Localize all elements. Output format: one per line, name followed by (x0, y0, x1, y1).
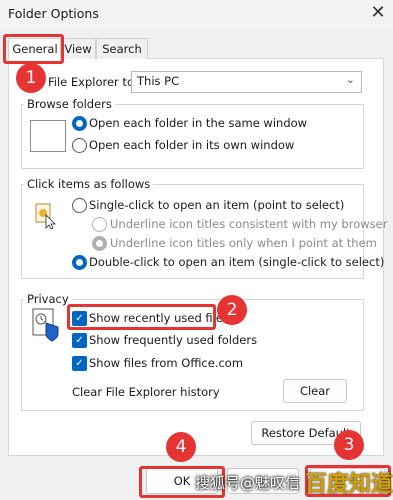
annotation-badge-3: 3 (334, 430, 364, 460)
single-click-label: Single-click to open an item (point to s… (89, 198, 345, 212)
pointer-file-icon (34, 203, 56, 230)
radio-underline-browser[interactable] (92, 217, 107, 232)
annotation-box-general-tab (3, 34, 64, 64)
radio-double-click[interactable] (72, 255, 87, 270)
tab-search[interactable]: Search (96, 38, 148, 59)
window-title: Folder Options (8, 6, 99, 21)
checkbox-frequent-folders[interactable]: ✓ (72, 333, 87, 348)
underline-browser-label: Underline icon titles consistent with my… (110, 217, 388, 231)
annotation-badge-1: 1 (16, 63, 46, 93)
checkbox-office-files[interactable]: ✓ (72, 356, 87, 371)
underline-point-label: Underline icon titles only when I point … (110, 236, 377, 250)
open-fe-value: This PC (137, 74, 180, 88)
clear-history-label: Clear File Explorer history (72, 385, 220, 399)
watermark-text: 搜狐号@魅叹信 (195, 474, 301, 492)
open-fe-label: File Explorer to: (48, 75, 138, 89)
annotation-badge-4: 4 (166, 432, 196, 462)
window-preview-icon (30, 120, 66, 152)
same-window-label: Open each folder in the same window (89, 116, 308, 130)
privacy-icon (30, 307, 64, 343)
radio-own-window[interactable] (72, 138, 87, 153)
browse-folders-group (21, 104, 364, 169)
close-icon[interactable]: ✕ (368, 2, 388, 24)
radio-underline-point[interactable] (92, 236, 107, 251)
click-items-legend: Click items as follows (24, 177, 154, 191)
radio-same-window[interactable] (72, 116, 87, 131)
watermark-logo: 百度知道 (305, 472, 393, 497)
frequent-folders-label: Show frequently used folders (89, 333, 258, 347)
privacy-legend: Privacy (24, 292, 72, 306)
office-files-label: Show files from Office.com (89, 356, 244, 370)
chevron-down-icon: ⌄ (345, 73, 355, 86)
clear-button[interactable]: Clear (283, 379, 347, 403)
double-click-label: Double-click to open an item (single-cli… (89, 255, 385, 269)
browse-folders-legend: Browse folders (24, 97, 115, 111)
own-window-label: Open each folder in its own window (89, 138, 295, 152)
open-fe-select[interactable]: This PC ⌄ (131, 71, 362, 93)
annotation-badge-2: 2 (217, 295, 247, 325)
annotation-box-recent-files (67, 304, 216, 330)
tab-view[interactable]: View (60, 38, 96, 59)
radio-single-click[interactable] (72, 198, 87, 213)
